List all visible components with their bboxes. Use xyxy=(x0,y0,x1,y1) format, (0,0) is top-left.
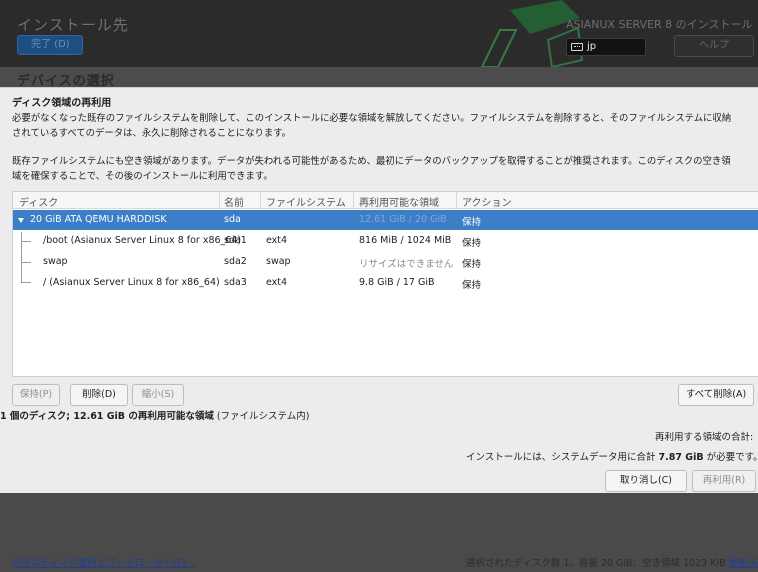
dialog-title: ディスク領域の再利用 xyxy=(12,98,112,109)
keyboard-icon xyxy=(571,43,583,51)
done-button[interactable]: 完了 (D) xyxy=(17,35,83,55)
expander-triangle-icon[interactable] xyxy=(18,218,24,223)
product-title: ASIANUX SERVER 8 のインストール xyxy=(566,18,753,31)
row-action: 保持 xyxy=(462,259,482,270)
tree-branch xyxy=(21,262,31,263)
row-action: 保持 xyxy=(462,280,482,291)
row-disk-name: swap xyxy=(43,256,68,267)
reclaim-space-dialog: ディスク領域の再利用 必要がなくなった既存のファイルシステムを削除して、このイン… xyxy=(0,87,758,493)
reclaim-total-label: 再利用する領域の合計: xyxy=(655,432,754,443)
tree-branch xyxy=(21,241,31,242)
need-value: 7.87 GiB xyxy=(658,452,704,463)
table-header: ディスク 名前 ファイルシステム 再利用可能な領域 アクション xyxy=(13,192,758,209)
keyboard-layout-label: jp xyxy=(587,41,597,52)
row-device-name: sda2 xyxy=(224,256,247,267)
column-separator xyxy=(260,192,261,209)
need-prefix: インストールには、システムデータ用に合計 xyxy=(466,452,659,463)
preserve-button[interactable]: 保持(P) xyxy=(12,384,60,406)
reclaim-button[interactable]: 再利用(R) xyxy=(692,470,756,492)
row-action: 保持 xyxy=(462,238,482,249)
paragraph-1-line-1: 必要がなくなった既存のファイルシステムを削除して、このインストールに必要な領域を… xyxy=(12,113,732,124)
row-reclaimable: 816 MiB / 1024 MiB xyxy=(359,235,452,246)
row-filesystem: swap xyxy=(266,256,291,267)
table-row-partition[interactable]: /boot (Asianux Server Linux 8 for x86_64… xyxy=(13,231,758,251)
footer-bar: 完全なディスク要約とブートローダー(F)... 選択されたディスク数 1、容量 … xyxy=(0,493,758,572)
row-device-name: sda1 xyxy=(224,235,247,246)
header-bar: インストール先 完了 (D) ASIANUX SERVER 8 のインストール … xyxy=(0,0,758,67)
column-separator xyxy=(353,192,354,209)
delete-all-button[interactable]: すべて削除(A) xyxy=(678,384,754,406)
row-reclaimable: 9.8 GiB / 17 GiB xyxy=(359,277,435,288)
explanation-paragraph-1: 必要がなくなった既存のファイルシステムを削除して、このインストールに必要な領域を… xyxy=(12,111,756,141)
space-required-text: インストールには、システムデータ用に合計 7.87 GiB が必要です。 xyxy=(466,449,758,463)
summary-bold-text: 1 個のディスク; 12.61 GiB の再利用可能な領域 xyxy=(0,411,214,422)
table-row-partition[interactable]: swap sda2 swap リサイズはできません 保持 xyxy=(13,252,758,272)
row-device-name: sda3 xyxy=(224,277,247,288)
paragraph-1-line-2: されているすべてのデータは、永久に削除されることになります。 xyxy=(12,128,291,139)
paragraph-2-line-2: 域を確保することで、その後のインストールに利用できます。 xyxy=(12,171,273,182)
row-reclaimable: リサイズはできません xyxy=(359,259,454,270)
row-disk-name: / (Asianux Server Linux 8 for x86_64) xyxy=(43,277,220,288)
page-title: インストール先 xyxy=(17,16,129,34)
column-header-action[interactable]: アクション xyxy=(462,194,512,209)
row-filesystem: ext4 xyxy=(266,277,288,288)
help-button[interactable]: ヘルプ xyxy=(674,35,754,57)
paragraph-2-line-1: 既存ファイルシステムにも空き領域があります。データが失われる可能性があるため、最… xyxy=(12,156,731,167)
column-header-name[interactable]: 名前 xyxy=(224,194,244,209)
column-header-filesystem[interactable]: ファイルシステム xyxy=(266,194,346,209)
summary-suffix-text: (ファイルシステム内) xyxy=(213,411,310,422)
delete-button[interactable]: 削除(D) xyxy=(70,384,128,406)
row-disk-name: /boot (Asianux Server Linux 8 for x86_64… xyxy=(43,235,242,246)
table-row-disk[interactable]: 20 GiB ATA QEMU HARDDISK sda 12.61 GiB /… xyxy=(13,210,758,230)
column-header-reclaimable[interactable]: 再利用可能な領域 xyxy=(359,194,439,209)
table-row-partition[interactable]: / (Asianux Server Linux 8 for x86_64) sd… xyxy=(13,273,758,293)
need-suffix: が必要です。 xyxy=(703,452,758,463)
disk-status-text: 選択されたディスク数 1、容量 20 GiB、空き領域 1023 KiB 更新(… xyxy=(466,555,758,569)
row-reclaimable: 12.61 GiB / 20 GiB xyxy=(359,214,447,225)
explanation-paragraph-2: 既存ファイルシステムにも空き領域があります。データが失われる可能性があるため、最… xyxy=(12,154,756,184)
disk-table: ディスク 名前 ファイルシステム 再利用可能な領域 アクション 20 GiB A… xyxy=(12,191,758,377)
row-disk-name: 20 GiB ATA QEMU HARDDISK xyxy=(30,214,167,225)
reclaimable-summary: 1 個のディスク; 12.61 GiB の再利用可能な領域 (ファイルシステム内… xyxy=(0,408,309,422)
column-separator xyxy=(219,192,220,209)
status-text: 選択されたディスク数 1、容量 20 GiB、空き領域 1023 KiB xyxy=(466,558,726,569)
tree-branch xyxy=(21,282,31,283)
keyboard-layout-indicator[interactable]: jp xyxy=(566,38,646,56)
cancel-button[interactable]: 取り消し(C) xyxy=(605,470,687,492)
column-header-disk[interactable]: ディスク xyxy=(19,194,58,209)
full-disk-summary-link[interactable]: 完全なディスク要約とブートローダー(F)... xyxy=(12,555,195,569)
column-separator xyxy=(456,192,457,209)
row-action: 保持 xyxy=(462,217,482,228)
shrink-button[interactable]: 縮小(S) xyxy=(132,384,184,406)
row-device-name: sda xyxy=(224,214,241,225)
row-filesystem: ext4 xyxy=(266,235,288,246)
refresh-link[interactable]: 更新(R) xyxy=(729,558,758,569)
brand-decoration xyxy=(480,0,584,67)
